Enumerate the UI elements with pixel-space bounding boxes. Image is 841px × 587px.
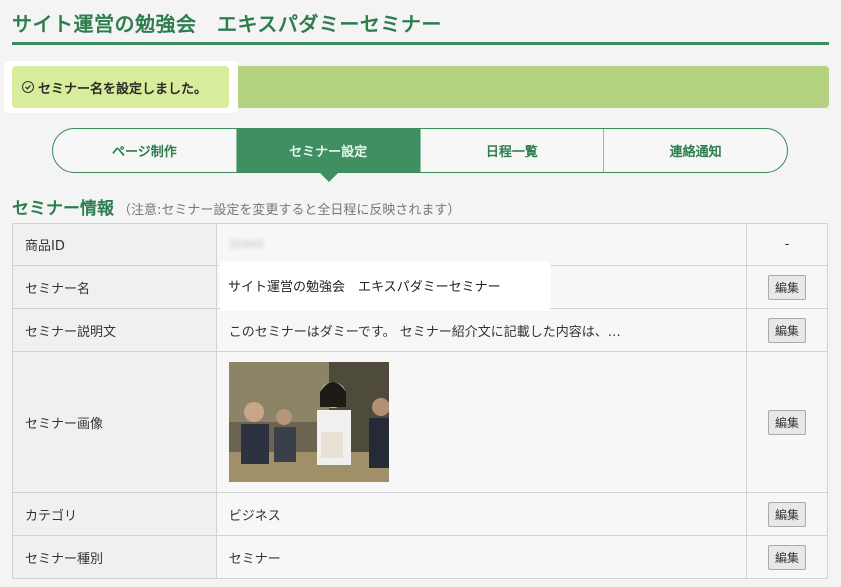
row-action: 編集 bbox=[746, 265, 828, 309]
row-value: ビジネス bbox=[215, 492, 748, 536]
row-action: 編集 bbox=[746, 492, 828, 536]
edit-button[interactable]: 編集 bbox=[768, 501, 807, 527]
title-divider bbox=[12, 42, 829, 45]
page: サイト運営の勉強会 エキスパダミーセミナー セミナー名を設定しました。 ページ制… bbox=[0, 0, 841, 587]
row-value: 32445 bbox=[215, 223, 748, 266]
seminar-image bbox=[228, 362, 389, 482]
edit-button[interactable]: 編集 bbox=[768, 544, 807, 570]
row-value bbox=[215, 351, 748, 493]
tab-seminar-settings[interactable]: セミナー設定 bbox=[236, 129, 421, 172]
table-row: カテゴリ ビジネス 編集 bbox=[12, 492, 828, 536]
row-label: セミナー説明文 bbox=[12, 308, 217, 352]
tab-schedule-list[interactable]: 日程一覧 bbox=[421, 129, 605, 172]
row-action: 編集 bbox=[746, 308, 828, 352]
notice-message: セミナー名を設定しました。 bbox=[38, 81, 208, 97]
edit-button[interactable]: 編集 bbox=[768, 409, 807, 435]
table-row: セミナー種別 セミナー 編集 bbox=[12, 535, 828, 579]
table-row: セミナー画像 編集 bbox=[12, 351, 828, 493]
table-row: セミナー説明文 このセミナーはダミーです。 セミナー紹介文に記載した内容は、… … bbox=[12, 308, 828, 352]
active-tab-pointer bbox=[319, 172, 339, 182]
row-action: 編集 bbox=[746, 351, 828, 493]
product-id-value: 32445 bbox=[228, 238, 264, 251]
row-label: カテゴリ bbox=[12, 492, 217, 536]
check-circle-icon bbox=[22, 81, 34, 93]
row-value: セミナー bbox=[215, 535, 748, 579]
row-label: セミナー名 bbox=[12, 265, 217, 309]
row-value: このセミナーはダミーです。 セミナー紹介文に記載した内容は、… bbox=[215, 308, 748, 352]
page-title: サイト運営の勉強会 エキスパダミーセミナー bbox=[12, 12, 442, 36]
section-title: セミナー情報 （注意:セミナー設定を変更すると全日程に反映されます） bbox=[12, 194, 460, 219]
row-action-none: - bbox=[746, 223, 828, 266]
row-label: 商品ID bbox=[12, 223, 217, 266]
row-label: セミナー種別 bbox=[12, 535, 217, 579]
tab-page-production[interactable]: ページ制作 bbox=[53, 129, 237, 172]
edit-button[interactable]: 編集 bbox=[768, 274, 807, 300]
success-notice: セミナー名を設定しました。 bbox=[12, 66, 229, 108]
section-note: （注意:セミナー設定を変更すると全日程に反映されます） bbox=[118, 203, 461, 218]
section-heading: セミナー情報 bbox=[12, 199, 114, 219]
tab-notifications[interactable]: 連絡通知 bbox=[604, 129, 787, 172]
row-label: セミナー画像 bbox=[12, 351, 217, 493]
row-action: 編集 bbox=[746, 535, 828, 579]
table-row: 商品ID 32445 - bbox=[12, 223, 828, 266]
seminar-name-value: サイト運営の勉強会 エキスパダミーセミナー bbox=[228, 280, 501, 295]
edit-button[interactable]: 編集 bbox=[768, 317, 807, 343]
tab-bar: ページ制作 セミナー設定 日程一覧 連絡通知 bbox=[52, 128, 788, 173]
